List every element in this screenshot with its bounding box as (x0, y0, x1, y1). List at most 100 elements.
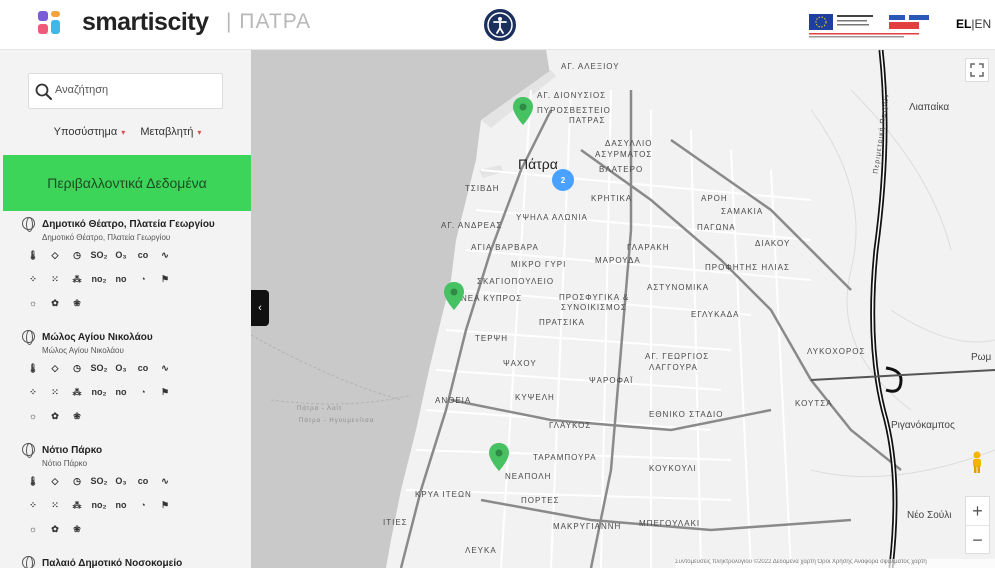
pm10-dots-icon[interactable]: ⁂ (66, 274, 88, 285)
no2-icon[interactable]: no₂ (88, 274, 110, 284)
wind-direction-flag-icon[interactable]: ⚑ (154, 274, 176, 285)
o3-icon[interactable]: O₃ (110, 363, 132, 373)
pm25-dots-icon[interactable]: ⁙ (44, 274, 66, 285)
co-icon[interactable]: co (132, 476, 154, 486)
map-canvas[interactable]: Πάτρα Λιαπαίκα Ρωμ Ριγανόκαμπος Νέο Σούλ… (251, 50, 995, 568)
wind-speed-icon[interactable]: ◔ (132, 500, 154, 510)
sensor-row: ☼ ✿ ❀ (22, 524, 251, 544)
map-label: ΜΑΡΟΥΔΑ (595, 256, 641, 265)
map-label: ΔΑΣΥΛΛΙΟ (605, 139, 653, 148)
station-marker-pin[interactable] (489, 443, 509, 471)
pressure-gauge-icon[interactable]: ◷ (66, 476, 88, 487)
noise-wave-icon[interactable]: ∿ (154, 250, 176, 261)
no-icon[interactable]: no (110, 387, 132, 397)
lang-el-link[interactable]: EL (956, 17, 971, 31)
uv-flower-icon[interactable]: ✿ (44, 524, 66, 535)
no-icon[interactable]: no (110, 274, 132, 284)
lang-en-link[interactable]: EN (974, 17, 991, 31)
sidebar: Αναζήτηση Υποσύστημα ▾ Μεταβλητή ▾ Περιβαλ… (0, 50, 251, 568)
humidity-drop-icon[interactable]: ◇ (44, 250, 66, 261)
zoom-out-button[interactable]: − (966, 526, 989, 555)
luminosity-icon[interactable]: ❀ (66, 411, 88, 422)
map-label: ΔΙΑΚΟΥ (755, 239, 791, 248)
map-attribution[interactable]: Συντομεύσεις πληκτρολογίου ©2022 Δεδομέν… (675, 559, 995, 568)
marker-cluster[interactable]: 2 (552, 169, 574, 191)
so2-icon[interactable]: SO₂ (88, 363, 110, 373)
sun-icon[interactable]: ☼ (22, 524, 44, 534)
map-label: Πάτρα - Ηγουμενίτσα (299, 418, 375, 424)
fullscreen-button[interactable] (965, 58, 989, 82)
wind-speed-icon[interactable]: ◔ (132, 274, 154, 284)
map-label: ΒΛΑΤΕΡΟ (599, 165, 644, 174)
map-label: ΠΑΓΩΝΑ (697, 223, 736, 232)
pm25-dots-icon[interactable]: ⁙ (44, 387, 66, 398)
map-label: ΑΓΙΑ ΒΑΡΒΑΡΑ (471, 243, 539, 252)
map-label: ΤΣΙΒΔΗ (465, 184, 500, 193)
map-label: ΚΟΥΚΟΥΛΙ (649, 464, 697, 473)
co-icon[interactable]: co (132, 250, 154, 260)
map-label: ΠΡΑΤΣΙΚΑ (539, 318, 585, 327)
map-label: ΓΛΑΡΑΚΗ (627, 243, 670, 252)
map-label: ΛΕΥΚΑ (465, 546, 497, 555)
humidity-drop-icon[interactable]: ◇ (44, 476, 66, 487)
city-name: | ΠΑΤΡΑ (226, 10, 312, 33)
wind-direction-flag-icon[interactable]: ⚑ (154, 387, 176, 398)
pm25-dots-icon[interactable]: ⁙ (44, 500, 66, 511)
chevron-down-icon: ▾ (197, 128, 202, 137)
globe-icon (22, 330, 35, 345)
no2-icon[interactable]: no₂ (88, 500, 110, 510)
co-icon[interactable]: co (132, 363, 154, 373)
wind-direction-flag-icon[interactable]: ⚑ (154, 500, 176, 511)
category-environmental-data[interactable]: Περιβαλλοντικά Δεδομένα (3, 155, 251, 211)
accessibility-icon[interactable] (484, 9, 516, 41)
pm1-dots-icon[interactable]: ⁘ (22, 274, 44, 285)
uv-flower-icon[interactable]: ✿ (44, 298, 66, 309)
search-input[interactable]: Αναζήτηση (28, 73, 223, 109)
eu-espa-logo (809, 12, 931, 40)
pressure-gauge-icon[interactable]: ◷ (66, 363, 88, 374)
station-marker-pin[interactable] (444, 282, 464, 310)
map-label: ΥΨΗΛΑ ΑΛΩΝΙΑ (516, 213, 588, 222)
search-icon (35, 83, 52, 100)
luminosity-icon[interactable]: ❀ (66, 298, 88, 309)
station-item[interactable]: Δημοτικό Θέατρο, Πλατεία Γεωργίου Δημοτι… (22, 217, 251, 318)
subsystem-dropdown[interactable]: Υποσύστημα ▾ (50, 126, 126, 138)
collapse-sidebar-button[interactable]: ‹ (251, 290, 269, 326)
zoom-in-button[interactable]: + (966, 497, 989, 526)
pm10-dots-icon[interactable]: ⁂ (66, 500, 88, 511)
no-icon[interactable]: no (110, 500, 132, 510)
station-item[interactable]: Παλαιό Δημοτικό Νοσοκομείο (22, 556, 251, 568)
noise-wave-icon[interactable]: ∿ (154, 363, 176, 374)
so2-icon[interactable]: SO₂ (88, 476, 110, 486)
sun-icon[interactable]: ☼ (22, 298, 44, 308)
station-title: Νότιο Πάρκο (42, 445, 103, 456)
station-subtitle: Δημοτικό Θέατρο, Πλατεία Γεωργίου (42, 233, 171, 242)
so2-icon[interactable]: SO₂ (88, 250, 110, 260)
street-view-pegman-icon[interactable] (970, 451, 984, 473)
uv-flower-icon[interactable]: ✿ (44, 411, 66, 422)
o3-icon[interactable]: O₃ (110, 250, 132, 260)
pm10-dots-icon[interactable]: ⁂ (66, 387, 88, 398)
o3-icon[interactable]: O₃ (110, 476, 132, 486)
variable-dropdown[interactable]: Μεταβλητή ▾ (136, 126, 201, 138)
sensor-row: 🌡 ◇ ◷ SO₂ O₃ co ∿ (22, 363, 251, 383)
pm1-dots-icon[interactable]: ⁘ (22, 500, 44, 511)
thermometer-icon[interactable]: 🌡 (22, 250, 44, 261)
noise-wave-icon[interactable]: ∿ (154, 476, 176, 487)
sun-icon[interactable]: ☼ (22, 411, 44, 421)
pressure-gauge-icon[interactable]: ◷ (66, 250, 88, 261)
humidity-drop-icon[interactable]: ◇ (44, 363, 66, 374)
smartiscity-logo[interactable] (38, 11, 62, 35)
thermometer-icon[interactable]: 🌡 (22, 363, 44, 374)
luminosity-icon[interactable]: ❀ (66, 524, 88, 535)
station-item[interactable]: Νότιο Πάρκο Νότιο Πάρκο 🌡 ◇ ◷ SO₂ O₃ co … (22, 443, 251, 544)
map-label: ΜΙΚΡΟ ΓΥΡΙ (511, 260, 567, 269)
no2-icon[interactable]: no₂ (88, 387, 110, 397)
brand-name[interactable]: smartiscity (82, 8, 209, 37)
pm1-dots-icon[interactable]: ⁘ (22, 387, 44, 398)
station-marker-pin[interactable] (513, 97, 533, 125)
wind-speed-icon[interactable]: ◔ (132, 387, 154, 397)
map-label: ΣΥΝΟΙΚΙΣΜΟΣ (561, 303, 627, 312)
thermometer-icon[interactable]: 🌡 (22, 476, 44, 487)
station-item[interactable]: Μώλος Αγίου Νικολάου Μώλος Αγίου Νικολάο… (22, 330, 251, 431)
